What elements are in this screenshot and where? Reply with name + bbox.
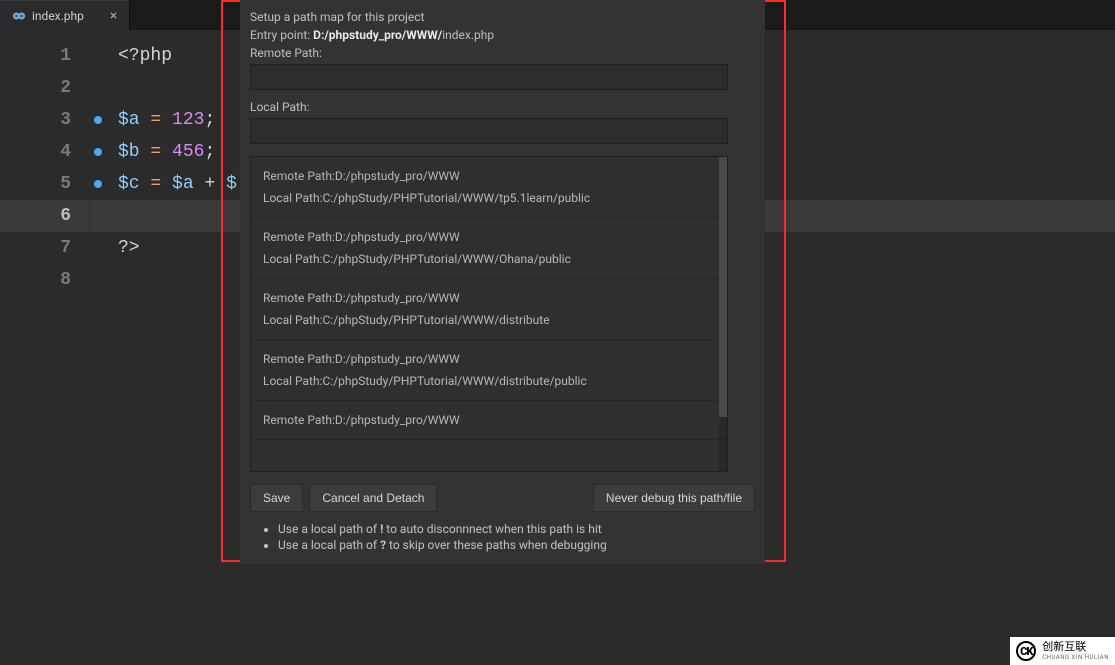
entry-point: Entry point: D:/phpstudy_pro/WWW/index.p…	[250, 28, 755, 42]
mapping-item[interactable]: Remote Path:D:/phpstudy_pro/WWW Local Pat…	[251, 340, 727, 401]
watermark-text: 创新互联	[1042, 641, 1109, 653]
mapping-local: Local Path:C:/phpStudy/PHPTutorial/WWW/d…	[263, 374, 715, 388]
line-number: 5	[0, 168, 89, 200]
mapping-local: Local Path:C:/phpStudy/PHPTutorial/WWW/O…	[263, 252, 715, 266]
hint-line: Use a local path of ! to auto disconnnec…	[278, 522, 755, 536]
line-number: 6	[0, 200, 89, 232]
watermark-icon: CK	[1016, 641, 1036, 661]
line-number: 4	[0, 136, 89, 168]
remote-path-label: Remote Path:	[250, 46, 755, 60]
dialog-heading: Setup a path map for this project	[250, 10, 755, 24]
local-path-label: Local Path:	[250, 100, 755, 114]
dialog-button-row: Save Cancel and Detach Never debug this …	[250, 484, 755, 512]
mapping-item[interactable]: Remote Path:D:/phpstudy_pro/WWW Local Pat…	[251, 279, 727, 340]
gutter-dot-icon	[94, 180, 102, 188]
mapping-local: Local Path:C:/phpStudy/PHPTutorial/WWW/d…	[263, 313, 715, 327]
remote-path-input[interactable]	[250, 64, 728, 90]
watermark-sub: CHUANG XIN HULIAN	[1042, 654, 1109, 661]
line-number: 8	[0, 264, 89, 296]
tab-title: index.php	[32, 9, 84, 23]
dialog-hints: Use a local path of ! to auto disconnnec…	[278, 522, 755, 552]
close-icon[interactable]: ×	[110, 8, 117, 24]
gutter: 12345678	[0, 30, 90, 665]
hint-line: Use a local path of ? to skip over these…	[278, 538, 755, 552]
mapping-remote: Remote Path:D:/phpstudy_pro/WWW	[263, 291, 715, 305]
path-map-dialog: Setup a path map for this project Entry …	[240, 0, 765, 564]
mapping-list: Remote Path:D:/phpstudy_pro/WWW Local Pat…	[250, 156, 728, 472]
save-button[interactable]: Save	[250, 484, 303, 512]
cancel-detach-button[interactable]: Cancel and Detach	[309, 484, 437, 512]
mapping-local: Local Path:C:/phpStudy/PHPTutorial/WWW/t…	[263, 191, 715, 205]
mapping-remote: Remote Path:D:/phpstudy_pro/WWW	[263, 413, 715, 427]
gutter-dot-icon	[94, 116, 102, 124]
mapping-item[interactable]: Remote Path:D:/phpstudy_pro/WWW Local Pat…	[251, 218, 727, 279]
mapping-item[interactable]: Remote Path:D:/phpstudy_pro/WWW	[251, 401, 727, 440]
line-number: 7	[0, 232, 89, 264]
scrollbar-track[interactable]	[719, 157, 727, 471]
scrollbar-thumb[interactable]	[719, 157, 727, 417]
mapping-remote: Remote Path:D:/phpstudy_pro/WWW	[263, 169, 715, 183]
never-debug-button[interactable]: Never debug this path/file	[593, 484, 755, 512]
line-number: 3	[0, 104, 89, 136]
line-number: 1	[0, 40, 89, 72]
local-path-input[interactable]	[250, 118, 728, 144]
mapping-item[interactable]: Remote Path:D:/phpstudy_pro/WWW Local Pat…	[251, 157, 727, 218]
watermark: CK 创新互联 CHUANG XIN HULIAN	[1010, 637, 1115, 665]
file-tab[interactable]: index.php ×	[0, 0, 130, 30]
elephant-icon	[12, 9, 26, 23]
line-number: 2	[0, 72, 89, 104]
mapping-remote: Remote Path:D:/phpstudy_pro/WWW	[263, 352, 715, 366]
mapping-remote: Remote Path:D:/phpstudy_pro/WWW	[263, 230, 715, 244]
gutter-dot-icon	[94, 148, 102, 156]
